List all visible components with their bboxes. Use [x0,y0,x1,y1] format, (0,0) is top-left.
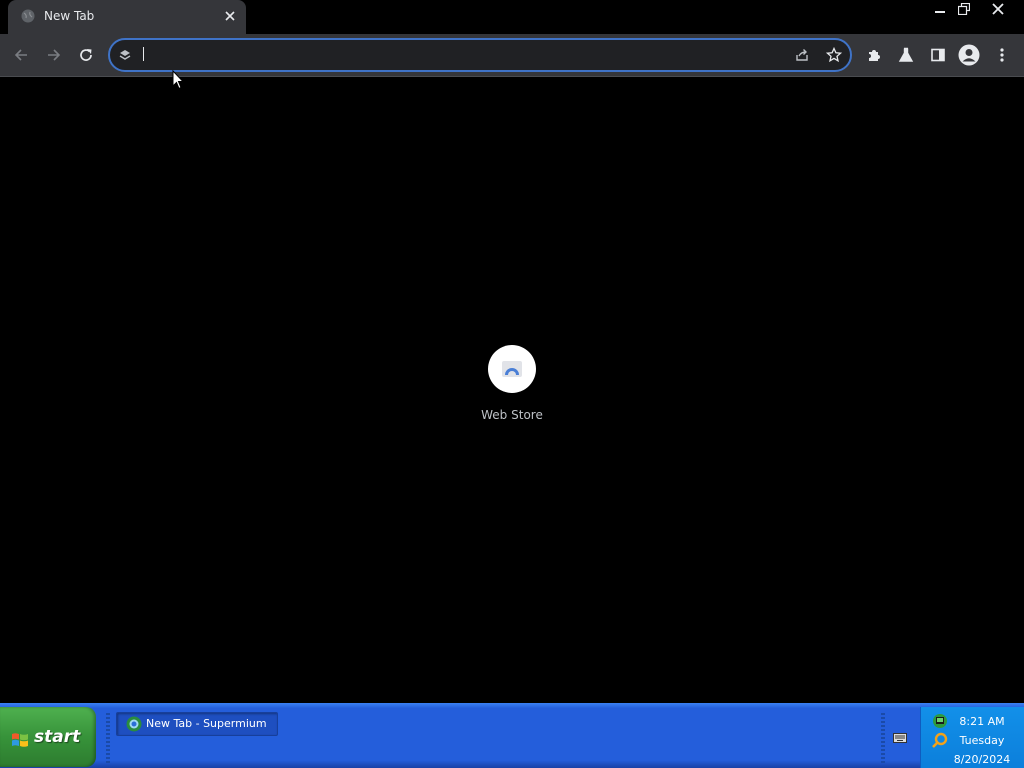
shortcut-label: Web Store [481,408,543,422]
shortcut-tile [488,345,536,393]
close-window-button[interactable] [987,0,1009,18]
restore-icon [958,3,970,15]
network-icon[interactable] [931,712,949,730]
start-button[interactable]: start [0,707,96,767]
taskbar-item-label: New Tab - Supermium [146,717,267,730]
profile-button[interactable] [957,43,981,67]
restore-button[interactable] [953,0,975,18]
taskbar-item-new-tab[interactable]: New Tab - Supermium [116,712,278,736]
close-icon [225,11,235,21]
mouse-cursor-icon [172,70,184,90]
clock-date: 8/20/2024 [953,753,1011,766]
supermium-browser-icon [126,716,142,732]
extensions-puzzle-icon [869,50,880,61]
back-arrow-icon [14,49,27,61]
shortcut-web-store[interactable]: Web Store [470,345,554,429]
extensions-button[interactable] [862,43,886,67]
labs-flask-icon [898,47,914,62]
side-panel-icon [931,48,945,62]
tab-new-tab[interactable]: New Tab [8,0,246,34]
address-bar[interactable] [108,38,852,72]
tab-title: New Tab [44,9,95,23]
share-button[interactable] [793,46,811,64]
bookmark-star-icon [826,47,842,63]
minimize-icon [935,11,945,13]
kebab-menu-icon [1000,48,1004,62]
forward-arrow-icon [48,49,61,61]
site-info-icon [119,50,131,60]
tray-grip[interactable] [881,713,885,765]
clock-time[interactable]: 8:21 AM [949,715,1015,728]
bookmark-button[interactable] [825,46,843,64]
profile-avatar-icon [958,44,980,66]
side-panel-button[interactable] [926,43,950,67]
search-icon[interactable] [931,732,949,750]
address-input[interactable] [140,44,780,64]
share-icon [796,49,808,61]
reload-icon [80,49,92,61]
globe-icon [21,9,35,23]
web-store-icon [502,361,522,377]
text-caret [143,47,144,61]
system-tray: 8:21 AM Tuesday 8/20/2024 [920,707,1024,768]
site-info-button[interactable] [116,46,134,64]
forward-button[interactable] [42,43,66,67]
taskbar-grip[interactable] [106,713,110,765]
labs-button[interactable] [894,43,918,67]
windows-flag-icon [12,733,28,747]
start-label: start [34,727,81,747]
reload-button[interactable] [74,43,98,67]
close-icon [992,3,1004,15]
browser-menu-button[interactable] [990,43,1014,67]
back-button[interactable] [9,43,33,67]
browser-titlebar: New Tab [0,0,1024,34]
minimize-button[interactable] [929,0,951,18]
browser-toolbar [0,34,1024,77]
tab-close-button[interactable] [222,8,238,24]
taskbar: start New Tab - Supermium 8:21 AM Tuesda… [0,703,1024,768]
clock-day: Tuesday [959,734,1005,747]
keyboard-icon[interactable] [893,733,907,743]
new-tab-page: Web Store [0,77,1024,703]
